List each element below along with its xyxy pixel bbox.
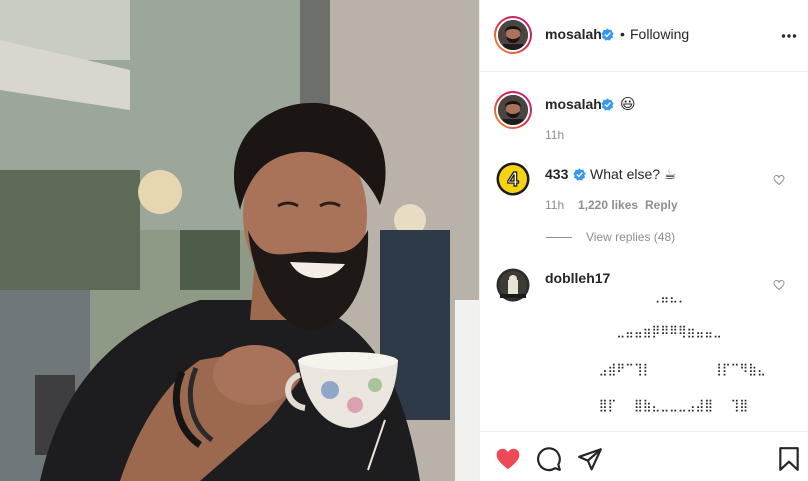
comment-like-heart-icon[interactable] (773, 174, 785, 186)
avatar-photo (498, 95, 528, 125)
avatar-photo (498, 20, 528, 50)
ascii-art-line: ⠀⠀⠀⣀⣤⣤⣶⡿⠿⠿⢿⣶⣤⣤⣀ (590, 324, 722, 338)
post-actions-bar (480, 431, 808, 481)
share-icon[interactable] (577, 446, 603, 472)
svg-text:4: 4 (507, 169, 519, 191)
following-status[interactable]: Following (630, 26, 689, 42)
post-photo-illustration (0, 0, 479, 481)
verified-badge-icon (573, 168, 586, 181)
caption-timestamp[interactable]: 11h (545, 128, 564, 142)
more-options-icon[interactable] (781, 28, 797, 44)
comment-username[interactable]: 433 (545, 166, 568, 182)
comment-like-heart-icon[interactable] (773, 279, 785, 291)
verified-badge-icon (601, 28, 614, 41)
view-replies-button[interactable]: View replies (48) (586, 230, 675, 244)
comment-text: What else? ☕ (590, 166, 677, 182)
comment-likes[interactable]: 1,220 likes (578, 198, 638, 212)
verified-badge-icon (601, 98, 614, 111)
caption-avatar[interactable] (494, 91, 532, 129)
ascii-art-line: ⠀⣿⡏⠀⠀⣿⣷⣄⣀⣀⣀⣠⣼⣿⠀⠀⢹⣿ (590, 398, 749, 412)
caption-username[interactable]: mosalah (545, 96, 602, 112)
comment-username[interactable]: doblleh17 (545, 270, 610, 286)
follow-separator: • (620, 26, 625, 42)
view-replies-line (546, 237, 572, 238)
commenter-avatar-433[interactable]: 4 (496, 162, 530, 196)
post-side-panel: mosalah • Following mosalah 😃 11h 4 433 … (479, 0, 808, 481)
commenter-avatar-doblleh17[interactable] (496, 268, 530, 302)
heart-icon[interactable] (495, 446, 521, 472)
author-username[interactable]: mosalah (545, 26, 602, 42)
comment-icon[interactable] (536, 446, 562, 472)
comments-list: mosalah 😃 11h 4 433 What else? ☕ 11h 1,2… (480, 73, 808, 431)
ascii-art-line: ⠀⠀⠀⠀⠀⠀⠀⢀⣤⣄⡀ (590, 289, 687, 303)
caption-text: 😃 (620, 96, 636, 113)
post-header: mosalah • Following (480, 0, 808, 72)
post-photo[interactable] (0, 0, 479, 481)
comment-timestamp[interactable]: 11h (545, 198, 564, 212)
author-avatar[interactable] (494, 16, 532, 54)
comment-reply-button[interactable]: Reply (645, 198, 678, 212)
bookmark-icon[interactable] (776, 446, 802, 472)
ascii-art-line: ⠀⣠⣾⠟⠉⢹⡇⠀⠀⠀⠀⠀⠀⠀⢸⡏⠉⠻⣷⣄ (590, 362, 766, 376)
